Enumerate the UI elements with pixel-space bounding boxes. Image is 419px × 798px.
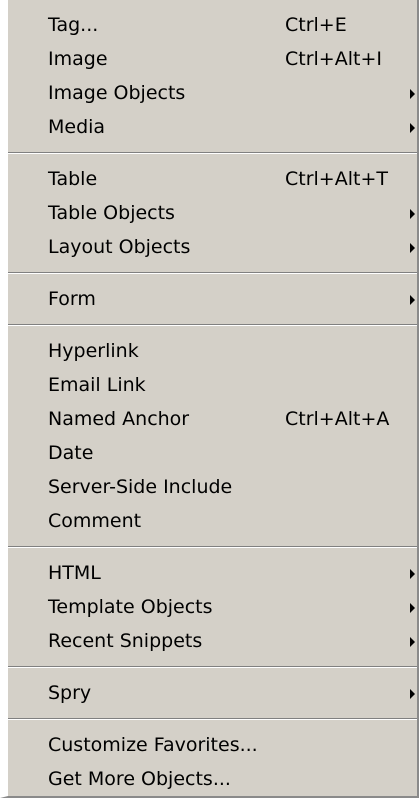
- submenu-arrow-icon: [410, 603, 415, 613]
- menu-item-shortcut: Ctrl+E: [285, 14, 347, 36]
- insert-menu: Tag... Ctrl+E Image Ctrl+Alt+I Image Obj…: [0, 0, 419, 798]
- menu-item-customize-favorites[interactable]: Customize Favorites...: [8, 728, 417, 762]
- menu-item-table[interactable]: Table Ctrl+Alt+T: [8, 162, 417, 196]
- menu-item-hyperlink[interactable]: Hyperlink: [8, 334, 417, 368]
- menu-item-label: Customize Favorites...: [48, 734, 258, 756]
- menu-item-tag[interactable]: Tag... Ctrl+E: [8, 8, 417, 42]
- menu-item-shortcut: Ctrl+Alt+I: [285, 48, 382, 70]
- menu-item-label: Media: [48, 116, 106, 138]
- menu-item-label: Layout Objects: [48, 236, 191, 258]
- menu-item-label: Date: [48, 442, 94, 464]
- menu-item-label: HTML: [48, 562, 101, 584]
- menu-item-label: Email Link: [48, 374, 146, 396]
- menu-item-layout-objects[interactable]: Layout Objects: [8, 230, 417, 264]
- menu-separator: [8, 264, 417, 282]
- menu-item-label: Recent Snippets: [48, 630, 203, 652]
- menu-item-image-objects[interactable]: Image Objects: [8, 76, 417, 110]
- menu-item-shortcut: Ctrl+Alt+A: [285, 408, 390, 430]
- submenu-arrow-icon: [410, 569, 415, 579]
- menu-item-media[interactable]: Media: [8, 110, 417, 144]
- menu-item-shortcut: Ctrl+Alt+T: [285, 168, 388, 190]
- submenu-arrow-icon: [410, 295, 415, 305]
- menu-item-label: Table Objects: [48, 202, 175, 224]
- menu-separator: [8, 144, 417, 162]
- menu-separator: [8, 658, 417, 676]
- menu-item-spry[interactable]: Spry: [8, 676, 417, 710]
- menu-item-label: Spry: [48, 682, 92, 704]
- menu-item-label: Form: [48, 288, 96, 310]
- menu-item-label: Comment: [48, 510, 142, 532]
- submenu-arrow-icon: [410, 689, 415, 699]
- submenu-arrow-icon: [410, 123, 415, 133]
- menu-item-label: Hyperlink: [48, 340, 139, 362]
- submenu-arrow-icon: [410, 243, 415, 253]
- menu-separator: [8, 538, 417, 556]
- menu-item-table-objects[interactable]: Table Objects: [8, 196, 417, 230]
- menu-item-label: Get More Objects...: [48, 768, 231, 790]
- menu-item-label: Template Objects: [48, 596, 213, 618]
- submenu-arrow-icon: [410, 637, 415, 647]
- menu-item-label: Table: [48, 168, 98, 190]
- submenu-arrow-icon: [410, 209, 415, 219]
- submenu-arrow-icon: [410, 89, 415, 99]
- menu-item-label: Tag...: [48, 14, 99, 36]
- menu-item-get-more-objects[interactable]: Get More Objects...: [8, 762, 417, 796]
- menu-item-html[interactable]: HTML: [8, 556, 417, 590]
- menu-item-server-side-include[interactable]: Server-Side Include: [8, 470, 417, 504]
- menu-separator: [8, 710, 417, 728]
- menu-items: Tag... Ctrl+E Image Ctrl+Alt+I Image Obj…: [8, 8, 417, 796]
- menu-item-named-anchor[interactable]: Named Anchor Ctrl+Alt+A: [8, 402, 417, 436]
- menu-item-comment[interactable]: Comment: [8, 504, 417, 538]
- menu-item-label: Server-Side Include: [48, 476, 233, 498]
- menu-item-recent-snippets[interactable]: Recent Snippets: [8, 624, 417, 658]
- menu-item-form[interactable]: Form: [8, 282, 417, 316]
- menu-item-date[interactable]: Date: [8, 436, 417, 470]
- menu-item-label: Named Anchor: [48, 408, 190, 430]
- menu-item-label: Image: [48, 48, 108, 70]
- menu-item-image[interactable]: Image Ctrl+Alt+I: [8, 42, 417, 76]
- menu-item-label: Image Objects: [48, 82, 186, 104]
- menu-item-template-objects[interactable]: Template Objects: [8, 590, 417, 624]
- menu-separator: [8, 316, 417, 334]
- menu-item-email-link[interactable]: Email Link: [8, 368, 417, 402]
